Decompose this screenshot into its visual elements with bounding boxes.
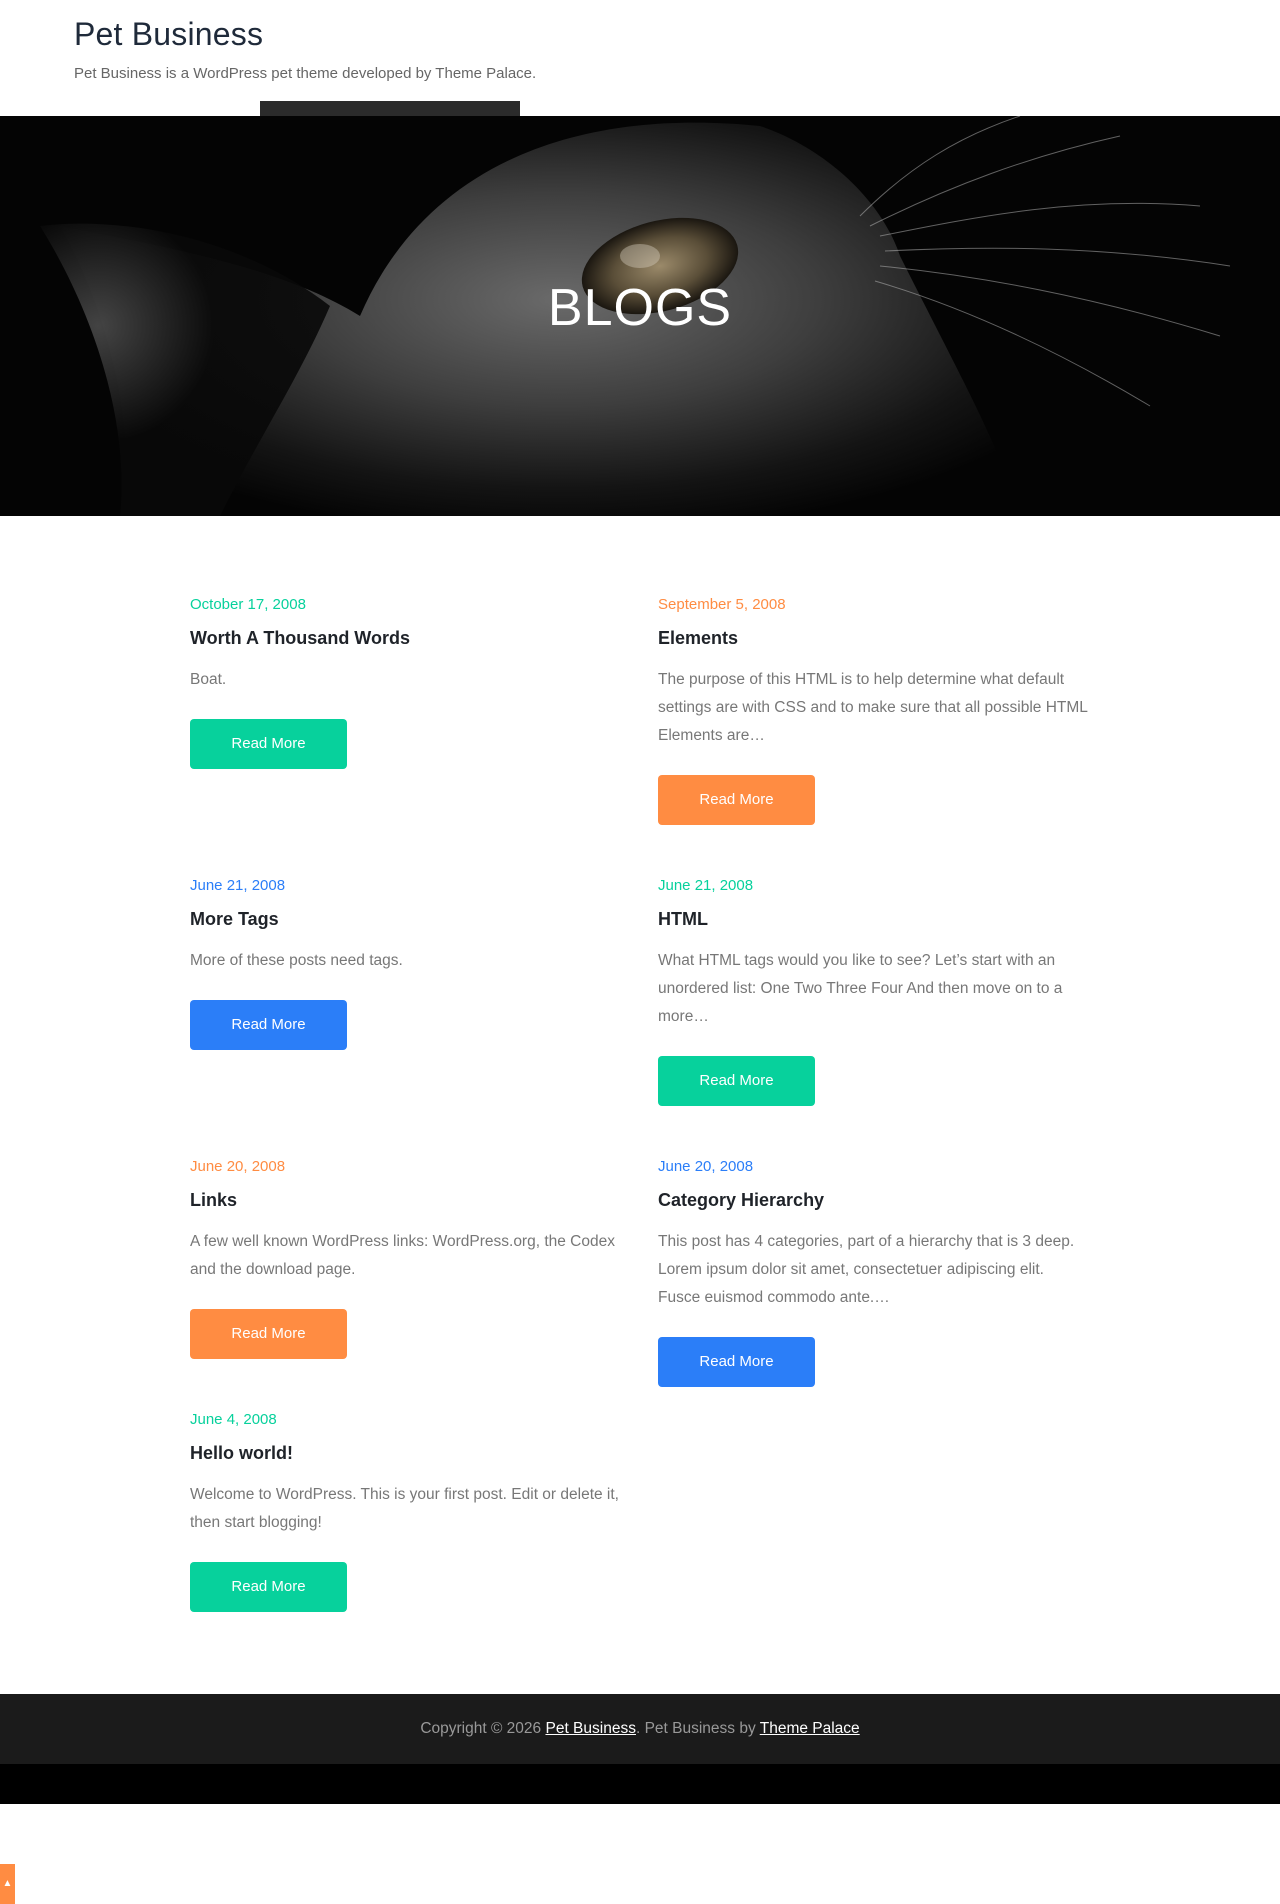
post-date[interactable]: June 20, 2008 (658, 1158, 1088, 1175)
post-date[interactable]: June 20, 2008 (190, 1158, 620, 1175)
footer-site-link[interactable]: Pet Business (545, 1720, 635, 1737)
post-title[interactable]: Worth A Thousand Words (190, 627, 620, 649)
read-more-button[interactable]: Read More (190, 1000, 347, 1050)
main-navigation[interactable] (260, 101, 520, 117)
footer-bottom-bar (0, 1764, 1280, 1804)
post-card: June 21, 2008 More Tags More of these po… (190, 877, 620, 1050)
read-more-button[interactable]: Read More (658, 775, 815, 825)
hero-banner: BLOGS (0, 116, 1280, 516)
post-date[interactable]: October 17, 2008 (190, 596, 620, 613)
post-excerpt: This post has 4 categories, part of a hi… (658, 1233, 1075, 1306)
post-title[interactable]: Hello world! (190, 1442, 620, 1464)
page-title: BLOGS (547, 279, 733, 337)
post-excerpt: More of these posts need tags. (190, 952, 403, 969)
site-header: Pet Business Pet Business is a WordPress… (0, 0, 1280, 117)
post-date[interactable]: June 21, 2008 (658, 877, 1088, 894)
post-date[interactable]: September 5, 2008 (658, 596, 1088, 613)
read-more-button[interactable]: Read More (658, 1056, 815, 1106)
post-excerpt: Boat. (190, 671, 227, 688)
read-more-button[interactable]: Read More (190, 1309, 347, 1359)
post-card: October 17, 2008 Worth A Thousand Words … (190, 596, 620, 769)
footer-theme-link[interactable]: Theme Palace (760, 1720, 860, 1737)
read-more-button[interactable]: Read More (190, 719, 347, 769)
post-title[interactable]: Elements (658, 627, 1088, 649)
post-excerpt: What HTML tags would you like to see? Le… (658, 952, 1063, 1025)
post-card: June 20, 2008 Links A few well known Wor… (190, 1158, 620, 1359)
footer-credit-text: . Pet Business by (635, 1720, 760, 1737)
site-footer: Copyright © 2026 Pet Business. Pet Busin… (0, 1694, 1280, 1764)
post-card: September 5, 2008 Elements The purpose o… (658, 596, 1088, 825)
post-title[interactable]: HTML (658, 908, 1088, 930)
post-title[interactable]: Category Hierarchy (658, 1189, 1088, 1211)
post-title[interactable]: More Tags (190, 908, 620, 930)
post-excerpt: The purpose of this HTML is to help dete… (658, 671, 1088, 744)
post-date[interactable]: June 21, 2008 (190, 877, 620, 894)
post-date[interactable]: June 4, 2008 (190, 1411, 620, 1428)
post-card: June 4, 2008 Hello world! Welcome to Wor… (190, 1411, 620, 1612)
site-description: Pet Business is a WordPress pet theme de… (74, 65, 537, 82)
back-to-top-button[interactable]: ▲ (0, 1864, 15, 1904)
post-card: June 20, 2008 Category Hierarchy This po… (658, 1158, 1088, 1387)
read-more-button[interactable]: Read More (658, 1337, 815, 1387)
post-card: June 21, 2008 HTML What HTML tags would … (658, 877, 1088, 1106)
post-excerpt: Welcome to WordPress. This is your first… (190, 1486, 619, 1531)
read-more-button[interactable]: Read More (190, 1562, 347, 1612)
post-excerpt: A few well known WordPress links: WordPr… (190, 1233, 615, 1278)
copyright-text: Copyright © 2026 (420, 1720, 546, 1737)
post-title[interactable]: Links (190, 1189, 620, 1211)
chevron-up-icon: ▲ (2, 1878, 13, 1889)
site-title[interactable]: Pet Business (74, 16, 263, 53)
